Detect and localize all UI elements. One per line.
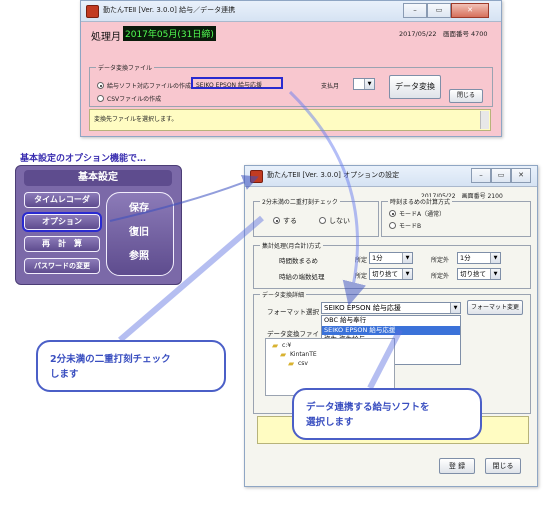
- data-link-window: 勤たんTEⅡ [Ver. 3.0.0] 給与／データ連携 – ▭ ✕ 2017/…: [80, 0, 502, 137]
- save-restore-block: 保存 復旧 参照: [106, 192, 174, 276]
- rounding-method-label: 時刻まるめの計算方式: [388, 197, 453, 206]
- maximize-button[interactable]: ▭: [427, 3, 451, 18]
- window-titlebar[interactable]: 勤たんTEⅡ [Ver. 3.0.0] 給与／データ連携 – ▭ ✕: [81, 1, 501, 22]
- data-convert-button[interactable]: データ変換: [389, 75, 441, 99]
- row1-in-select[interactable]: 1分 ▼: [369, 252, 413, 264]
- status-bar: 変換先ファイルを選択します。: [89, 109, 491, 131]
- format-select-label: フォーマット選択: [267, 308, 319, 316]
- dropdown-option-selected[interactable]: SEIKO EPSON 給与応援: [322, 325, 460, 336]
- chevron-down-icon[interactable]: ▼: [364, 79, 374, 89]
- password-change-button[interactable]: パスワードの変更: [24, 258, 100, 274]
- folder-icon: ▰: [280, 350, 287, 359]
- options-close-button[interactable]: 閉じる: [485, 458, 521, 474]
- check-on-label: する: [283, 217, 297, 225]
- minimize-button[interactable]: –: [403, 3, 427, 18]
- software-value-box[interactable]: SEIKO EPSON 給与応援: [191, 77, 283, 89]
- radio-mode-b[interactable]: [389, 222, 396, 229]
- window-title: 勤たんTEⅡ [Ver. 3.0.0] 給与／データ連携: [103, 6, 236, 14]
- options-window-title: 勤たんTEⅡ [Ver. 3.0.0] オプションの設定: [267, 171, 400, 179]
- data-conversion-group-label: データ変換詳細: [260, 290, 307, 299]
- out-label: 所定外: [431, 273, 450, 280]
- row1-in-value: 1分: [372, 254, 383, 262]
- app-icon: [86, 5, 99, 18]
- hourly-fraction-label: 時給の端数処理: [279, 273, 325, 281]
- chevron-down-icon[interactable]: ▼: [450, 303, 460, 313]
- check-off-label: しない: [329, 217, 350, 225]
- aggregation-group-label: 集計処理(月合計)方式: [260, 241, 323, 250]
- chevron-down-icon[interactable]: ▼: [490, 269, 500, 279]
- radio-mode-a[interactable]: [389, 210, 396, 217]
- format-select-value: SEIKO EPSON 給与応援: [324, 304, 401, 312]
- rounding-method-group: 時刻まるめの計算方式: [381, 197, 531, 237]
- format-select[interactable]: SEIKO EPSON 給与応援 ▼: [321, 302, 461, 314]
- period-label: 処理月: [91, 32, 121, 43]
- folder-icon: ▰: [272, 341, 279, 350]
- radio-check-off[interactable]: [319, 217, 326, 224]
- format-change-button[interactable]: フォーマット変更: [467, 300, 523, 315]
- callout-software-select: データ連携する給与ソフトを 選択します: [292, 388, 482, 440]
- radio-software-file[interactable]: [97, 82, 104, 89]
- mode-b-label: モードB: [399, 223, 422, 230]
- close-window-button[interactable]: ✕: [451, 3, 489, 18]
- app-icon: [250, 170, 263, 183]
- restore-button[interactable]: 復旧: [129, 223, 149, 238]
- double-punch-group: 2分未満の二重打刻チェック: [253, 197, 379, 237]
- pay-month-label: 支払月: [321, 83, 340, 90]
- date-screen-number: 2017/05/22 画面番号 4700: [399, 30, 488, 38]
- option-software-file-label: 給与ソフト対応ファイルの作成: [107, 83, 192, 90]
- close-window-button[interactable]: ✕: [511, 168, 531, 183]
- folder-icon: ▰: [288, 359, 295, 368]
- row2-in-value: 切り捨て: [372, 270, 398, 278]
- chevron-down-icon[interactable]: ▼: [490, 253, 500, 263]
- chevron-down-icon[interactable]: ▼: [402, 269, 412, 279]
- radio-csv-file[interactable]: [97, 95, 104, 102]
- maximize-button[interactable]: ▭: [491, 168, 511, 183]
- mode-a-label: モードA（通常）: [399, 211, 446, 218]
- pay-month-select[interactable]: ▼: [353, 78, 375, 90]
- close-button[interactable]: 閉じる: [449, 89, 483, 103]
- folder-root[interactable]: c:¥: [282, 342, 291, 349]
- row2-in-select[interactable]: 切り捨て ▼: [369, 268, 413, 280]
- hours-rounding-label: 時間数まるめ: [279, 257, 318, 265]
- minimize-button[interactable]: –: [471, 168, 491, 183]
- period-value: 2017年05月(31日締): [123, 26, 216, 41]
- folder-kintan[interactable]: KintanTE: [290, 351, 317, 358]
- time-recorder-button[interactable]: タイムレコーダ: [24, 192, 100, 208]
- dropdown-option[interactable]: OBC 給与奉行: [322, 316, 460, 326]
- destination-file-label: データ変換ファイ: [267, 330, 319, 338]
- row2-out-select[interactable]: 切り捨て ▼: [457, 268, 501, 280]
- register-button[interactable]: 登 録: [439, 458, 475, 474]
- status-text: 変換先ファイルを選択します。: [94, 116, 178, 123]
- recalculate-button[interactable]: 再 計 算: [24, 236, 100, 252]
- options-titlebar[interactable]: 勤たんTEⅡ [Ver. 3.0.0] オプションの設定 – ▭ ✕: [245, 166, 537, 187]
- save-button[interactable]: 保存: [129, 199, 149, 214]
- basic-settings-heading: 基本設定のオプション機能で…: [20, 154, 147, 164]
- options-button[interactable]: オプション: [22, 212, 102, 232]
- reference-button[interactable]: 参照: [129, 247, 149, 262]
- callout-double-punch: 2分未満の二重打刻チェック します: [36, 340, 226, 392]
- file-group-label: データ変換ファイル: [96, 63, 155, 72]
- in-label: 所定: [355, 257, 368, 264]
- in-label: 所定: [355, 273, 368, 280]
- folder-csv[interactable]: csv: [298, 360, 308, 367]
- radio-check-on[interactable]: [273, 217, 280, 224]
- chevron-down-icon[interactable]: ▼: [402, 253, 412, 263]
- row1-out-value: 1分: [460, 254, 471, 262]
- row2-out-value: 切り捨て: [460, 270, 486, 278]
- option-csv-label: CSVファイルの作成: [107, 96, 162, 103]
- basic-settings-title: 基本設定: [24, 170, 172, 186]
- out-label: 所定外: [431, 257, 450, 264]
- status-scrollbar[interactable]: [480, 111, 489, 129]
- software-value: SEIKO EPSON 給与応援: [196, 82, 262, 89]
- row1-out-select[interactable]: 1分 ▼: [457, 252, 501, 264]
- basic-settings-panel: 基本設定 タイムレコーダ オプション 再 計 算 パスワードの変更 保存 復旧 …: [15, 165, 182, 285]
- double-punch-group-label: 2分未満の二重打刻チェック: [260, 197, 340, 206]
